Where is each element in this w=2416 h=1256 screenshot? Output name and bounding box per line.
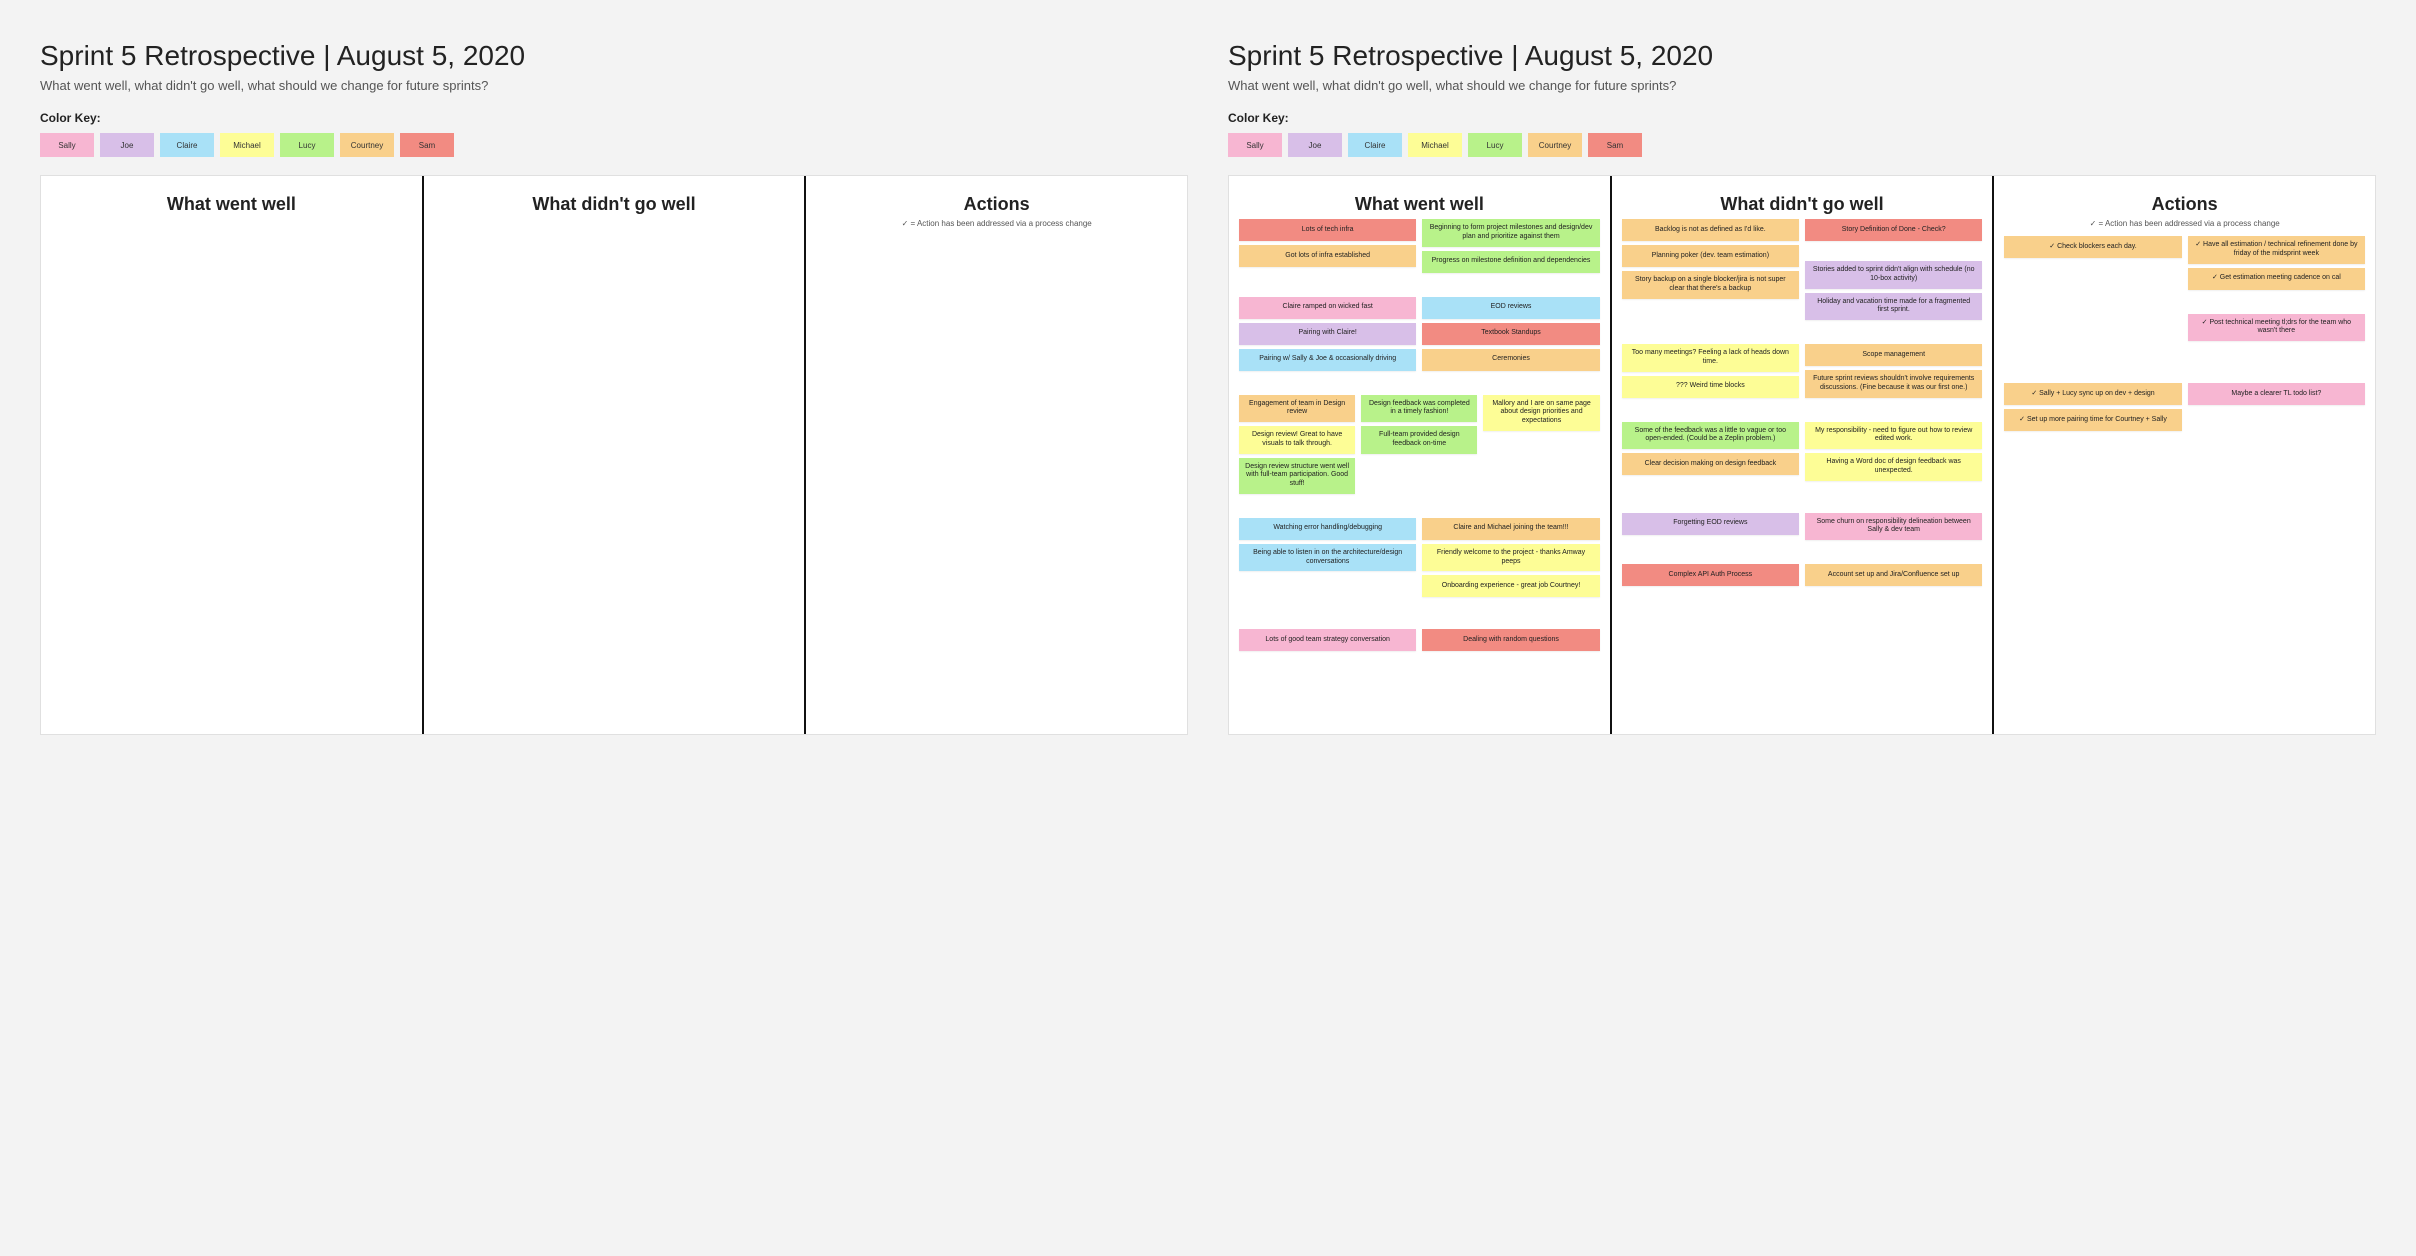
sticky-note[interactable]: Full-team provided design feedback on-ti… bbox=[1361, 426, 1477, 454]
sticky-note[interactable]: ✓ Get estimation meeting cadence on cal bbox=[2188, 268, 2365, 290]
sticky-note[interactable]: Textbook Standups bbox=[1422, 323, 1599, 345]
column-went-well[interactable]: What went well bbox=[41, 176, 422, 734]
column-actions[interactable]: Actions ✓ = Action has been addressed vi… bbox=[1992, 176, 2375, 734]
sticky-note[interactable]: ??? Weird time blocks bbox=[1622, 376, 1799, 398]
column-header: Actions bbox=[816, 194, 1177, 215]
swatch-sally: Sally bbox=[40, 133, 94, 157]
sticky-note[interactable]: Beginning to form project milestones and… bbox=[1422, 219, 1599, 247]
sticky-note[interactable]: Watching error handling/debugging bbox=[1239, 518, 1416, 540]
sticky-note[interactable]: Future sprint reviews shouldn't involve … bbox=[1805, 370, 1982, 398]
sticky-note[interactable]: Pairing with Claire! bbox=[1239, 323, 1416, 345]
column-didnt-go-well[interactable]: What didn't go well Backlog is not as de… bbox=[1610, 176, 1993, 734]
sticky-note[interactable]: Lots of good team strategy conversation bbox=[1239, 629, 1416, 651]
sticky-note[interactable]: Design review! Great to have visuals to … bbox=[1239, 426, 1355, 454]
sticky-note[interactable]: Engagement of team in Design review bbox=[1239, 395, 1355, 423]
sticky-note[interactable]: Onboarding experience - great job Courtn… bbox=[1422, 575, 1599, 597]
sticky-note[interactable]: ✓ Have all estimation / technical refine… bbox=[2188, 236, 2365, 264]
swatch-claire: Claire bbox=[1348, 133, 1402, 157]
sticky-note[interactable]: Mallory and I are on same page about des… bbox=[1483, 395, 1599, 431]
column-header: What didn't go well bbox=[434, 194, 795, 215]
sticky-note[interactable]: Too many meetings? Feeling a lack of hea… bbox=[1622, 344, 1799, 372]
sticky-note[interactable]: Complex API Auth Process bbox=[1622, 564, 1799, 586]
swatch-claire: Claire bbox=[160, 133, 214, 157]
sticky-note[interactable]: Account set up and Jira/Confluence set u… bbox=[1805, 564, 1982, 586]
sticky-note[interactable]: Dealing with random questions bbox=[1422, 629, 1599, 651]
actions-subtext: ✓ = Action has been addressed via a proc… bbox=[816, 219, 1177, 228]
swatch-sally: Sally bbox=[1228, 133, 1282, 157]
swatch-michael: Michael bbox=[1408, 133, 1462, 157]
sticky-note[interactable]: Got lots of infra established bbox=[1239, 245, 1416, 267]
board-title: Sprint 5 Retrospective | August 5, 2020 bbox=[1228, 40, 2376, 72]
swatch-lucy: Lucy bbox=[280, 133, 334, 157]
swatch-courtney: Courtney bbox=[340, 133, 394, 157]
sticky-note[interactable]: Clear decision making on design feedback bbox=[1622, 453, 1799, 475]
column-header: What went well bbox=[1239, 194, 1600, 215]
sticky-note[interactable]: Progress on milestone definition and dep… bbox=[1422, 251, 1599, 273]
sticky-note[interactable]: ✓ Check blockers each day. bbox=[2004, 236, 2181, 258]
board-title: Sprint 5 Retrospective | August 5, 2020 bbox=[40, 40, 1188, 72]
retro-grid[interactable]: What went well Lots of tech infra Got lo… bbox=[1228, 175, 2376, 735]
swatch-joe: Joe bbox=[1288, 133, 1342, 157]
sticky-note[interactable]: Being able to listen in on the architect… bbox=[1239, 544, 1416, 572]
swatch-lucy: Lucy bbox=[1468, 133, 1522, 157]
color-key-label: Color Key: bbox=[40, 111, 1188, 125]
board-subtitle: What went well, what didn't go well, wha… bbox=[1228, 78, 2376, 93]
sticky-note[interactable]: Ceremonies bbox=[1422, 349, 1599, 371]
swatch-sam: Sam bbox=[1588, 133, 1642, 157]
sticky-note[interactable]: Planning poker (dev. team estimation) bbox=[1622, 245, 1799, 267]
actions-subtext: ✓ = Action has been addressed via a proc… bbox=[2004, 219, 2365, 228]
color-key: Sally Joe Claire Michael Lucy Courtney S… bbox=[40, 133, 1188, 157]
sticky-note[interactable]: EOD reviews bbox=[1422, 297, 1599, 319]
sticky-note[interactable]: Claire ramped on wicked fast bbox=[1239, 297, 1416, 319]
swatch-courtney: Courtney bbox=[1528, 133, 1582, 157]
swatch-michael: Michael bbox=[220, 133, 274, 157]
sticky-note[interactable]: Having a Word doc of design feedback was… bbox=[1805, 453, 1982, 481]
sticky-note[interactable]: Some of the feedback was a little to vag… bbox=[1622, 422, 1799, 450]
sticky-note[interactable]: Backlog is not as defined as I'd like. bbox=[1622, 219, 1799, 241]
column-went-well[interactable]: What went well Lots of tech infra Got lo… bbox=[1229, 176, 1610, 734]
column-header: Actions bbox=[2004, 194, 2365, 215]
board-subtitle: What went well, what didn't go well, wha… bbox=[40, 78, 1188, 93]
swatch-sam: Sam bbox=[400, 133, 454, 157]
sticky-note[interactable]: Design review structure went well with f… bbox=[1239, 458, 1355, 494]
sticky-note[interactable]: ✓ Sally + Lucy sync up on dev + design bbox=[2004, 383, 2181, 405]
color-key-label: Color Key: bbox=[1228, 111, 2376, 125]
column-didnt-go-well[interactable]: What didn't go well bbox=[422, 176, 805, 734]
sticky-note[interactable]: Forgetting EOD reviews bbox=[1622, 513, 1799, 535]
sticky-note[interactable]: Story Definition of Done - Check? bbox=[1805, 219, 1982, 241]
sticky-note[interactable]: ✓ Post technical meeting tl;drs for the … bbox=[2188, 314, 2365, 342]
swatch-joe: Joe bbox=[100, 133, 154, 157]
column-header: What didn't go well bbox=[1622, 194, 1983, 215]
sticky-note[interactable]: Pairing w/ Sally & Joe & occasionally dr… bbox=[1239, 349, 1416, 371]
sticky-note[interactable]: Lots of tech infra bbox=[1239, 219, 1416, 241]
retro-board-filled: Sprint 5 Retrospective | August 5, 2020 … bbox=[1228, 40, 2376, 735]
sticky-note[interactable]: Design feedback was completed in a timel… bbox=[1361, 395, 1477, 423]
retro-grid[interactable]: What went well What didn't go well Actio… bbox=[40, 175, 1188, 735]
sticky-note[interactable]: Maybe a clearer TL todo list? bbox=[2188, 383, 2365, 405]
sticky-note[interactable]: Claire and Michael joining the team!!! bbox=[1422, 518, 1599, 540]
sticky-note[interactable]: Holiday and vacation time made for a fra… bbox=[1805, 293, 1982, 321]
sticky-note[interactable]: My responsibility - need to figure out h… bbox=[1805, 422, 1982, 450]
sticky-note[interactable]: Friendly welcome to the project - thanks… bbox=[1422, 544, 1599, 572]
sticky-note[interactable]: Story backup on a single blocker/jira is… bbox=[1622, 271, 1799, 299]
column-actions[interactable]: Actions ✓ = Action has been addressed vi… bbox=[804, 176, 1187, 734]
retro-board-empty: Sprint 5 Retrospective | August 5, 2020 … bbox=[40, 40, 1188, 735]
column-header: What went well bbox=[51, 194, 412, 215]
sticky-note[interactable]: Scope management bbox=[1805, 344, 1982, 366]
sticky-note[interactable]: Stories added to sprint didn't align wit… bbox=[1805, 261, 1982, 289]
sticky-note[interactable]: ✓ Set up more pairing time for Courtney … bbox=[2004, 409, 2181, 431]
sticky-note[interactable]: Some churn on responsibility delineation… bbox=[1805, 513, 1982, 541]
color-key: Sally Joe Claire Michael Lucy Courtney S… bbox=[1228, 133, 2376, 157]
